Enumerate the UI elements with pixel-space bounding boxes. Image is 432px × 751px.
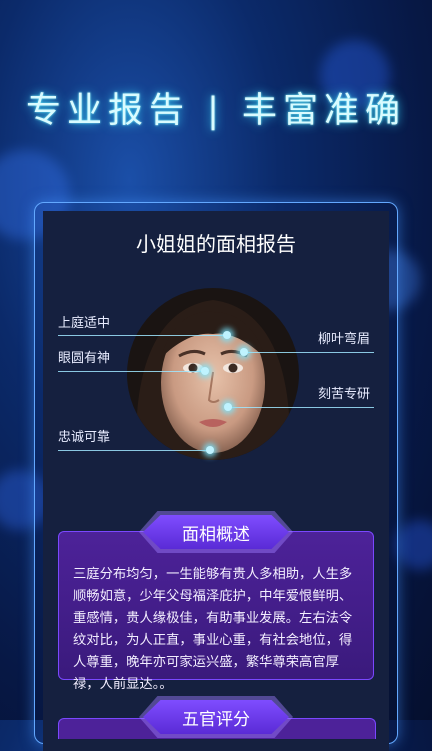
label-eyes: 眼圆有神 bbox=[58, 351, 111, 366]
overview-panel: 三庭分布均匀，一生能够有贵人多相助，人生多顺畅如意，少年父母福泽庇护，中年爱恨鲜… bbox=[58, 531, 374, 692]
upper-court-line bbox=[58, 335, 228, 336]
five-features-badge: 五官评分 bbox=[143, 700, 289, 734]
overview-text: 三庭分布均匀，一生能够有贵人多相助，人生多顺畅如意，少年父母福泽庇护，中年爱恨鲜… bbox=[73, 567, 353, 692]
upper-court-dot bbox=[223, 331, 231, 339]
mouth-dot bbox=[206, 446, 214, 454]
brows-dot bbox=[240, 348, 248, 356]
label-brows: 柳叶弯眉 bbox=[318, 332, 371, 347]
face-portrait bbox=[127, 288, 299, 460]
brows-line bbox=[244, 352, 374, 353]
eyes-dot bbox=[201, 367, 209, 375]
label-mouth: 忠诚可靠 bbox=[58, 430, 111, 445]
nose-dot bbox=[224, 403, 232, 411]
page-headline: 专业报告 | 丰富准确 bbox=[25, 91, 407, 131]
bokeh-light bbox=[395, 520, 432, 570]
overview-title: 面相概述 bbox=[182, 524, 250, 545]
nose-line bbox=[228, 407, 374, 408]
label-nose: 刻苦专研 bbox=[318, 387, 371, 402]
five-features-title: 五官评分 bbox=[182, 709, 250, 730]
eyes-line bbox=[58, 371, 206, 372]
overview-badge: 面相概述 bbox=[143, 515, 289, 549]
report-title: 小姐姐的面相报告 bbox=[136, 232, 296, 256]
mouth-line bbox=[58, 450, 210, 451]
label-upper-court: 上庭适中 bbox=[58, 316, 111, 331]
